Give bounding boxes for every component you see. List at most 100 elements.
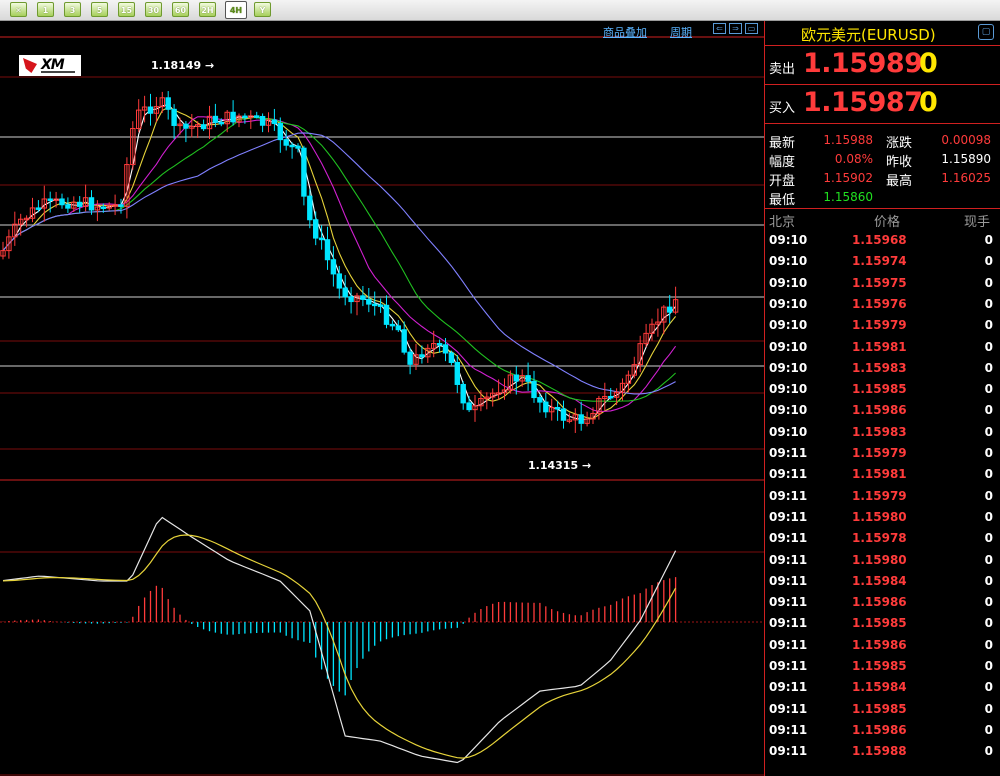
tick-volume: 0 bbox=[984, 339, 993, 354]
tick-time: 09:11 bbox=[769, 573, 808, 588]
tick-time: 09:10 bbox=[769, 275, 808, 290]
period-year-button[interactable]: Y bbox=[254, 2, 271, 17]
candle-body bbox=[395, 325, 402, 331]
period-4h-button[interactable]: 4H bbox=[225, 1, 247, 19]
tick-time: 09:10 bbox=[769, 339, 808, 354]
tick-time: 09:11 bbox=[769, 467, 808, 482]
ma-green-line bbox=[2, 116, 676, 402]
tick-time: 09:11 bbox=[769, 659, 808, 673]
tick-volume: 0 bbox=[984, 467, 993, 482]
tick-time: 09:11 bbox=[769, 531, 808, 546]
candle-body bbox=[442, 344, 449, 354]
tick-time: 09:10 bbox=[769, 296, 808, 311]
tick-price: 1.15986 bbox=[852, 595, 907, 610]
candle-body bbox=[218, 121, 225, 125]
xm-logo-mark bbox=[23, 58, 37, 73]
ma-white-line bbox=[2, 103, 677, 420]
tick-price: 1.15974 bbox=[852, 254, 907, 269]
tick-price: 1.15980 bbox=[852, 509, 907, 524]
candle-body bbox=[578, 414, 584, 424]
candle-body bbox=[283, 139, 289, 146]
tick-price: 1.15975 bbox=[852, 275, 907, 290]
period-5m-button[interactable]: 5 bbox=[91, 2, 108, 17]
candle-body bbox=[543, 401, 549, 413]
tick-volume: 0 bbox=[984, 722, 993, 737]
latest-value: 1.15988 bbox=[823, 133, 873, 147]
candle-body bbox=[377, 304, 384, 307]
tick-volume: 0 bbox=[984, 488, 993, 503]
candle-body bbox=[100, 206, 106, 210]
scroll-right-button[interactable]: ⇒ bbox=[729, 23, 742, 34]
tick-time: 09:11 bbox=[769, 446, 808, 460]
candle-body bbox=[383, 304, 390, 325]
latest-label: 最新 bbox=[769, 136, 796, 151]
chart-area[interactable]: 商品叠加 周期 ⇐ ⇒ ▭ XM 1.18149 → 1.14315 → bbox=[0, 21, 764, 776]
open-value: 1.15902 bbox=[823, 171, 873, 185]
moving-average-lines bbox=[2, 103, 677, 420]
candle-body bbox=[295, 145, 301, 149]
period-15m-button[interactable]: 15 bbox=[118, 2, 135, 17]
tick-volume: 0 bbox=[984, 680, 993, 695]
candle-body bbox=[366, 298, 372, 305]
tick-time: 09:10 bbox=[769, 424, 808, 439]
layout-button[interactable]: ▭ bbox=[745, 23, 758, 34]
panel-toggle-button[interactable]: ▢ bbox=[978, 24, 994, 40]
period-3m-button[interactable]: 3 bbox=[64, 2, 81, 17]
candle-body bbox=[454, 361, 461, 385]
candle-body bbox=[147, 106, 154, 114]
tick-volume: 0 bbox=[984, 254, 993, 269]
candle-body bbox=[271, 119, 278, 125]
tick-volume: 0 bbox=[984, 424, 993, 439]
sell-price: 1.15989 bbox=[803, 48, 923, 79]
tick-price: 1.15984 bbox=[852, 573, 907, 588]
ma-blue-line bbox=[2, 132, 676, 395]
period-link[interactable]: 周期 bbox=[670, 24, 692, 40]
tick-price: 1.15979 bbox=[852, 488, 907, 503]
period-30m-button[interactable]: 30 bbox=[145, 2, 162, 17]
tick-volume: 0 bbox=[984, 659, 993, 673]
candle-body bbox=[242, 115, 248, 119]
tick-volume: 0 bbox=[984, 509, 993, 524]
candle-body bbox=[88, 197, 95, 211]
crosshair-tool-button[interactable]: ✕ bbox=[10, 2, 27, 17]
candle-body bbox=[313, 219, 319, 239]
period-2h-button[interactable]: 2H bbox=[199, 2, 216, 17]
period-1m-button[interactable]: 1 bbox=[37, 2, 54, 17]
tick-price: 1.15985 bbox=[852, 382, 907, 397]
open-label: 开盘 bbox=[769, 174, 796, 189]
candle-body bbox=[318, 237, 325, 241]
tick-price: 1.15986 bbox=[852, 722, 907, 737]
tick-volume-header: 现手 bbox=[964, 215, 991, 230]
change-label: 涨跌 bbox=[886, 136, 913, 151]
stats-divider bbox=[765, 208, 1000, 209]
candle-body bbox=[401, 329, 407, 353]
change-value: 0.00098 bbox=[941, 133, 991, 147]
candlestick-chart[interactable] bbox=[0, 21, 764, 776]
candle-body bbox=[466, 402, 472, 411]
prevclose-label: 昨收 bbox=[886, 155, 913, 170]
candle-body bbox=[171, 108, 177, 126]
quote-title-bar: 欧元美元(EURUSD) ▢ bbox=[765, 21, 1000, 46]
range-value: 0.08% bbox=[834, 152, 873, 166]
candle-body bbox=[200, 124, 207, 130]
tick-time: 09:11 bbox=[769, 701, 808, 716]
tick-volume: 0 bbox=[984, 360, 993, 375]
tick-time: 09:10 bbox=[769, 382, 808, 397]
candle-body bbox=[525, 375, 531, 382]
tick-volume: 0 bbox=[984, 233, 993, 247]
commodity-overlay-link[interactable]: 商品叠加 bbox=[603, 24, 647, 40]
period-60m-button[interactable]: 60 bbox=[172, 2, 189, 17]
high-label: 最高 bbox=[886, 174, 913, 189]
buy-label: 买入 bbox=[769, 101, 796, 116]
candle-body bbox=[324, 239, 331, 261]
scroll-left-button[interactable]: ⇐ bbox=[713, 23, 726, 34]
tick-time: 09:11 bbox=[769, 722, 808, 737]
ma-magenta-line bbox=[2, 116, 677, 412]
tick-volume: 0 bbox=[984, 531, 993, 546]
tick-volume: 0 bbox=[984, 382, 993, 397]
tick-time: 09:11 bbox=[769, 552, 808, 567]
buy-volume: 0 bbox=[919, 87, 938, 118]
candle-body bbox=[301, 147, 307, 197]
candle-body bbox=[608, 395, 614, 399]
candle-body bbox=[560, 408, 567, 421]
